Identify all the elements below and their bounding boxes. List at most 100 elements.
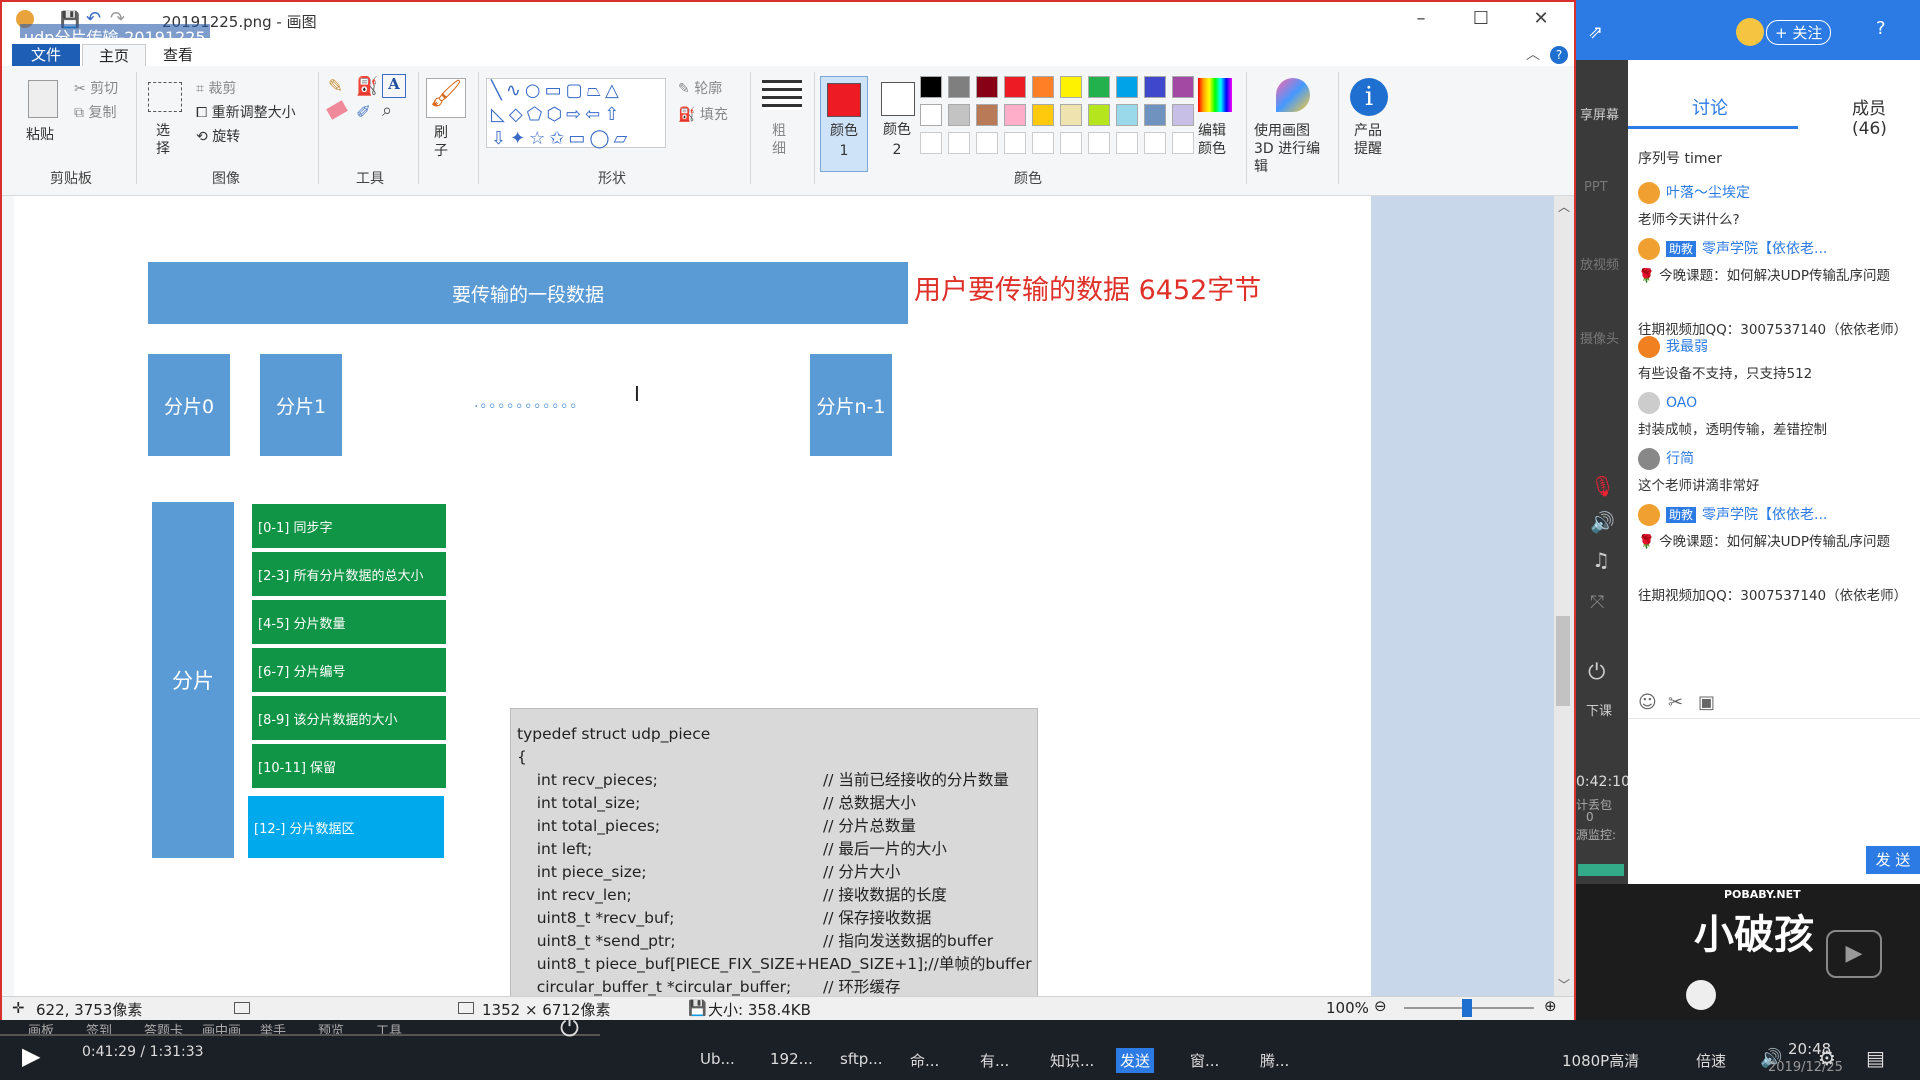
host-avatar[interactable] <box>1736 18 1764 46</box>
tab-view[interactable]: 查看 <box>146 44 210 68</box>
player-tool-5[interactable]: 预览 <box>318 1020 344 1039</box>
scroll-up-icon[interactable]: ︿ <box>1558 198 1570 215</box>
custom-color-slot[interactable] <box>1088 132 1110 154</box>
scissors-icon[interactable]: ✂ <box>1668 692 1683 713</box>
edit-colors-icon[interactable] <box>1198 78 1232 112</box>
playback-speed[interactable]: 倍速 <box>1696 1050 1726 1071</box>
color2-button[interactable]: 颜色 2 <box>874 76 922 172</box>
chat-username[interactable]: 零声学院【依依老... <box>1702 507 1827 523</box>
video-quality[interactable]: 1080P高清 <box>1562 1050 1639 1071</box>
notification-icon[interactable]: ▤ <box>1866 1046 1885 1070</box>
paste-icon[interactable] <box>28 80 58 118</box>
player-tool-3[interactable]: 画中画 <box>202 1020 241 1039</box>
vertical-scrollbar[interactable]: ︿ ﹀ <box>1554 196 1574 996</box>
tv-play-icon[interactable]: ▶ <box>1826 930 1882 978</box>
close-button[interactable]: ✕ <box>1526 8 1556 32</box>
rotate-button[interactable]: ⟲ 旋转 <box>196 126 240 146</box>
follow-button[interactable]: + 关注 <box>1766 20 1832 45</box>
canvas[interactable]: 要传输的一段数据 用户要传输的数据 6452字节 分片0 分片1 .。。。。。。… <box>14 196 1371 1026</box>
select-button[interactable]: 选择 <box>156 122 176 158</box>
custom-color-slot[interactable] <box>1172 132 1194 154</box>
line-size-icon[interactable] <box>762 80 802 110</box>
end-class-icon[interactable]: ⏻ <box>1588 660 1605 685</box>
progress-bar[interactable] <box>0 1034 600 1036</box>
color-swatch[interactable] <box>1088 104 1110 126</box>
chat-username[interactable]: 零声学院【依依老... <box>1702 241 1827 257</box>
play-icon[interactable]: ▶ <box>22 1042 40 1070</box>
microphone-icon[interactable]: 🎙 <box>1590 474 1615 498</box>
scroll-thumb[interactable] <box>1556 616 1570 706</box>
zoom-in-icon[interactable]: ⊕ <box>1544 997 1557 1015</box>
magnifier-icon[interactable]: ⌕ <box>382 100 392 121</box>
paste-button[interactable]: 粘贴 <box>26 124 54 144</box>
taskbar-app[interactable]: 发送 <box>1116 1048 1155 1073</box>
end-class-button[interactable]: 下课 <box>1586 700 1612 719</box>
color-swatch[interactable] <box>976 76 998 98</box>
fill-bucket-icon[interactable]: ⛽ <box>356 76 378 97</box>
outline-button[interactable]: ✎ 轮廓 <box>678 78 722 98</box>
camera-button[interactable]: 摄像头 <box>1580 328 1619 347</box>
text-tool-icon[interactable]: A <box>382 74 406 98</box>
menu-file[interactable]: 文件 <box>12 44 80 68</box>
custom-color-slot[interactable] <box>1144 132 1166 154</box>
color-swatch[interactable] <box>1004 76 1026 98</box>
color-swatch[interactable] <box>1172 104 1194 126</box>
color-swatch[interactable] <box>948 76 970 98</box>
tab-discussion[interactable]: 讨论 <box>1692 94 1728 120</box>
chat-username[interactable]: 叶落～尘埃定 <box>1666 185 1750 201</box>
player-tool-0[interactable]: 画板 <box>28 1020 54 1039</box>
paint3d-icon[interactable] <box>1276 78 1310 112</box>
player-tool-2[interactable]: 答题卡 <box>144 1020 183 1039</box>
color-swatch[interactable] <box>948 104 970 126</box>
music-icon[interactable]: ♫ <box>1592 548 1610 572</box>
player-tool-1[interactable]: 签到 <box>86 1020 112 1039</box>
color-swatch[interactable] <box>1144 104 1166 126</box>
taskbar-app[interactable]: 窗... <box>1186 1048 1223 1073</box>
feedback-icon[interactable]: ? <box>1876 18 1886 39</box>
image-icon[interactable]: ▣ <box>1698 692 1715 713</box>
copy-button[interactable]: ⧉ 复制 <box>74 102 116 122</box>
taskbar-app[interactable]: Ub... <box>696 1048 739 1070</box>
minimize-button[interactable]: – <box>1406 8 1436 32</box>
share-icon[interactable]: ⇗ <box>1588 22 1603 43</box>
fill-button[interactable]: ⛽ 填充 <box>678 104 728 124</box>
settings-icon[interactable]: ⚙ <box>1818 1046 1836 1070</box>
user-avatar[interactable] <box>1638 336 1660 358</box>
chat-username[interactable]: 行简 <box>1666 451 1694 467</box>
info-icon[interactable]: i <box>1350 78 1388 116</box>
color-palette[interactable] <box>920 76 1194 158</box>
taskbar-app[interactable]: sftp... <box>836 1048 887 1070</box>
help-icon[interactable]: ? <box>1550 46 1568 64</box>
brush-icon[interactable]: 🖌 <box>426 78 466 118</box>
user-avatar[interactable] <box>1638 238 1660 260</box>
maximize-button[interactable]: ☐ <box>1466 8 1496 32</box>
taskbar-app[interactable]: 知识... <box>1046 1048 1098 1073</box>
chat-username[interactable]: 我最弱 <box>1666 339 1708 355</box>
user-avatar[interactable] <box>1638 448 1660 470</box>
color-swatch[interactable] <box>1172 76 1194 98</box>
collapse-ribbon-icon[interactable]: ︿ <box>1526 44 1540 64</box>
tab-home[interactable]: 主页 <box>82 44 146 68</box>
color-swatch[interactable] <box>1088 76 1110 98</box>
tab-members[interactable]: 成员(46) <box>1852 94 1920 139</box>
color-swatch[interactable] <box>1032 76 1054 98</box>
custom-color-slot[interactable] <box>920 132 942 154</box>
user-avatar[interactable] <box>1638 182 1660 204</box>
paint3d-button[interactable]: 使用画图 3D 进行编辑 <box>1254 122 1334 176</box>
size-button[interactable]: 粗细 <box>772 122 792 158</box>
speaker-icon[interactable]: 🔊 <box>1590 510 1615 534</box>
shapes-gallery[interactable]: ╲∿○▭▢⏢△ ◺◇⬠⬡⇨⇦⇧ ⇩✦☆✩▭◯▱ <box>486 78 666 149</box>
color-swatch[interactable] <box>920 104 942 126</box>
eraser-icon[interactable] <box>326 100 348 120</box>
chat-username[interactable]: OAO <box>1666 395 1697 411</box>
product-alert-button[interactable]: 产品提醒 <box>1354 122 1386 158</box>
color-swatch[interactable] <box>1144 76 1166 98</box>
ppt-button[interactable]: PPT <box>1584 180 1608 195</box>
taskbar-app[interactable]: 腾... <box>1256 1048 1293 1073</box>
edit-colors-button[interactable]: 编辑颜色 <box>1198 122 1234 158</box>
emoji-icon[interactable]: ☺ <box>1638 692 1657 713</box>
pencil-icon[interactable]: ✎ <box>328 76 343 97</box>
user-avatar[interactable] <box>1638 504 1660 526</box>
taskbar-app[interactable]: 192... <box>766 1048 817 1070</box>
play-video-button[interactable]: 放视频 <box>1580 254 1619 273</box>
